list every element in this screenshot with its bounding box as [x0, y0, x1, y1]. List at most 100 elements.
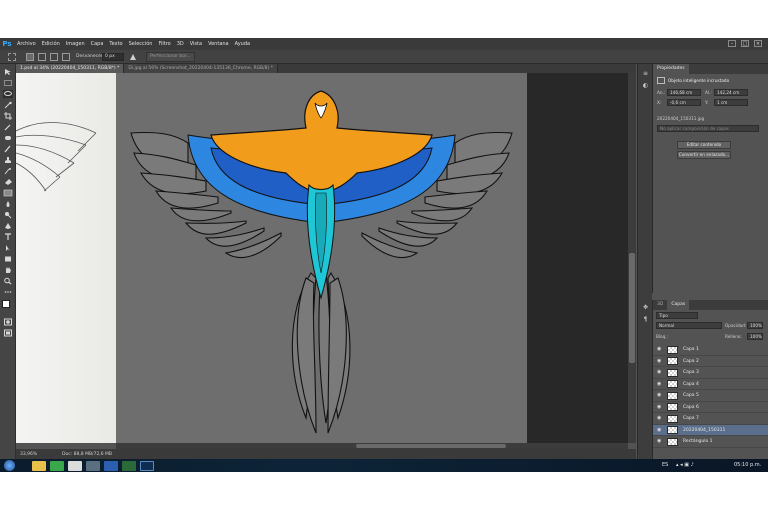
history-panel-icon[interactable]: ≡ — [641, 70, 650, 78]
zoom-tool-icon[interactable] — [3, 277, 13, 285]
rectangle-tool-icon[interactable] — [3, 255, 13, 263]
visibility-eye-icon[interactable]: ◉ — [657, 370, 663, 375]
layer-name[interactable]: Rectángulo 1 — [683, 436, 713, 447]
more-tools-icon[interactable] — [3, 288, 13, 296]
x-field[interactable]: -0,6 cm — [667, 99, 701, 106]
subtract-selection-icon[interactable] — [50, 53, 58, 61]
intersect-selection-icon[interactable] — [62, 53, 70, 61]
edit-contents-button[interactable]: Editar contenido — [677, 141, 731, 149]
layer-name[interactable]: Capa 5 — [683, 390, 699, 401]
layer-name[interactable]: Capa 2 — [683, 356, 699, 367]
menu-archivo[interactable]: Archivo — [14, 38, 39, 50]
visibility-eye-icon[interactable]: ◉ — [657, 358, 663, 364]
layer-name[interactable]: 20220404_150311 — [683, 425, 725, 436]
new-selection-icon[interactable] — [26, 53, 34, 61]
visibility-eye-icon[interactable]: ◉ — [657, 381, 663, 387]
layer-comps-icon[interactable]: ¶ — [641, 316, 650, 324]
lasso-tool-icon[interactable] — [3, 90, 13, 98]
language-indicator[interactable]: ES — [662, 459, 668, 472]
layer-comp-select[interactable]: No aplicar composición de capas — [657, 125, 759, 132]
eraser-tool-icon[interactable] — [3, 178, 13, 186]
visibility-eye-icon[interactable]: ◉ — [657, 347, 663, 352]
feather-input[interactable]: 0 px — [102, 53, 124, 61]
media-player-icon[interactable] — [50, 460, 64, 471]
word-icon[interactable] — [104, 460, 118, 471]
layer-row[interactable]: ◉ Capa 2 — [653, 356, 768, 367]
path-selection-tool-icon[interactable] — [3, 244, 13, 252]
layer-row[interactable]: ◉ 20220404_150311 — [653, 424, 768, 436]
eyedropper-tool-icon[interactable] — [3, 123, 13, 131]
artboard[interactable] — [116, 73, 527, 443]
visibility-eye-icon[interactable]: ◉ — [657, 427, 663, 433]
screen-mode-icon[interactable] — [3, 329, 13, 337]
visibility-eye-icon[interactable]: ◉ — [657, 439, 663, 444]
layer-filter-select[interactable]: Tipo — [656, 312, 698, 319]
layer-name[interactable]: Capa 3 — [683, 367, 699, 378]
marquee-tool-icon[interactable] — [3, 79, 13, 87]
tools-options-icon[interactable]: ✥ — [641, 304, 650, 312]
menu-ayuda[interactable]: Ayuda — [232, 38, 253, 50]
canvas-area[interactable] — [16, 73, 628, 443]
menu-seleccion[interactable]: Selección — [126, 38, 156, 50]
tab-properties[interactable]: Propiedades — [653, 64, 689, 74]
chrome-icon[interactable] — [68, 460, 82, 471]
layer-row[interactable]: ◉ Capa 7 — [653, 413, 768, 425]
clock[interactable]: 05:10 p.m. — [734, 459, 761, 472]
menu-edicion[interactable]: Edición — [39, 38, 63, 50]
tab-document-1[interactable]: 1.psd al 34% (20220404_150311, RGB/8*) * — [16, 64, 125, 73]
layer-name[interactable]: Capa 7 — [683, 413, 699, 424]
layer-row[interactable]: ◉ Capa 5 — [653, 390, 768, 402]
refine-edge-button[interactable]: Perfeccionar bor... — [146, 52, 195, 62]
adjustments-panel-icon[interactable]: ◐ — [641, 82, 650, 90]
foreground-color-swatch[interactable] — [2, 300, 10, 308]
menu-texto[interactable]: Texto — [106, 38, 125, 50]
move-tool-icon[interactable] — [3, 68, 13, 76]
tab-document-2[interactable]: Di.jpg al 56% (Screenshot_20220404-13513… — [124, 64, 278, 73]
gradient-tool-icon[interactable] — [3, 189, 13, 197]
add-selection-icon[interactable] — [38, 53, 46, 61]
layer-name[interactable]: Capa 6 — [683, 402, 699, 413]
marquee-tool-icon[interactable] — [8, 53, 16, 61]
height-field[interactable]: 142,24 cm — [714, 89, 748, 96]
pen-tool-icon[interactable] — [3, 222, 13, 230]
y-field[interactable]: 1 cm — [714, 99, 748, 106]
layer-name[interactable]: Capa 1 — [683, 344, 699, 355]
crop-tool-icon[interactable] — [3, 112, 13, 120]
menu-imagen[interactable]: Imagen — [63, 38, 88, 50]
visibility-eye-icon[interactable]: ◉ — [657, 393, 663, 398]
menu-capa[interactable]: Capa — [88, 38, 107, 50]
folder-app-icon[interactable] — [86, 460, 100, 471]
tab-3d[interactable]: 3D — [653, 300, 667, 310]
horizontal-scroll-thumb[interactable] — [356, 444, 506, 448]
start-button-icon[interactable] — [4, 460, 15, 471]
vertical-scroll-thumb[interactable] — [629, 253, 635, 363]
menu-ventana[interactable]: Ventana — [205, 38, 232, 50]
convert-to-linked-button[interactable]: Convertir en enlazado... — [677, 151, 731, 159]
layer-name[interactable]: Capa 4 — [683, 379, 699, 390]
layer-row[interactable]: ◉ Capa 1 — [653, 344, 768, 356]
file-explorer-icon[interactable] — [32, 460, 46, 471]
close-button[interactable]: × — [754, 40, 762, 47]
antialias-icon[interactable] — [129, 53, 137, 61]
fill-field[interactable]: 100% — [747, 333, 763, 340]
maximize-button[interactable]: □ — [741, 40, 749, 47]
menu-vista[interactable]: Vista — [187, 38, 205, 50]
layer-row[interactable]: ◉ Capa 3 — [653, 367, 768, 379]
minimize-button[interactable]: – — [728, 40, 736, 47]
quick-mask-icon[interactable] — [3, 318, 13, 326]
clone-stamp-tool-icon[interactable] — [3, 156, 13, 164]
dodge-tool-icon[interactable] — [3, 211, 13, 219]
quick-selection-tool-icon[interactable] — [3, 101, 13, 109]
layer-row[interactable]: ◉ Capa 6 — [653, 402, 768, 413]
menu-filtro[interactable]: Filtro — [155, 38, 173, 50]
width-field[interactable]: 146,68 cm — [667, 89, 701, 96]
visibility-eye-icon[interactable]: ◉ — [657, 404, 663, 410]
opacity-field[interactable]: 100% — [747, 322, 763, 329]
visibility-eye-icon[interactable]: ◉ — [657, 416, 663, 421]
history-brush-tool-icon[interactable] — [3, 167, 13, 175]
layer-row[interactable]: ◉ Rectángulo 1 — [653, 436, 768, 448]
excel-icon[interactable] — [122, 460, 136, 471]
healing-brush-tool-icon[interactable] — [3, 134, 13, 142]
menu-3d[interactable]: 3D — [174, 38, 187, 50]
tab-layers[interactable]: Capas — [667, 300, 690, 310]
